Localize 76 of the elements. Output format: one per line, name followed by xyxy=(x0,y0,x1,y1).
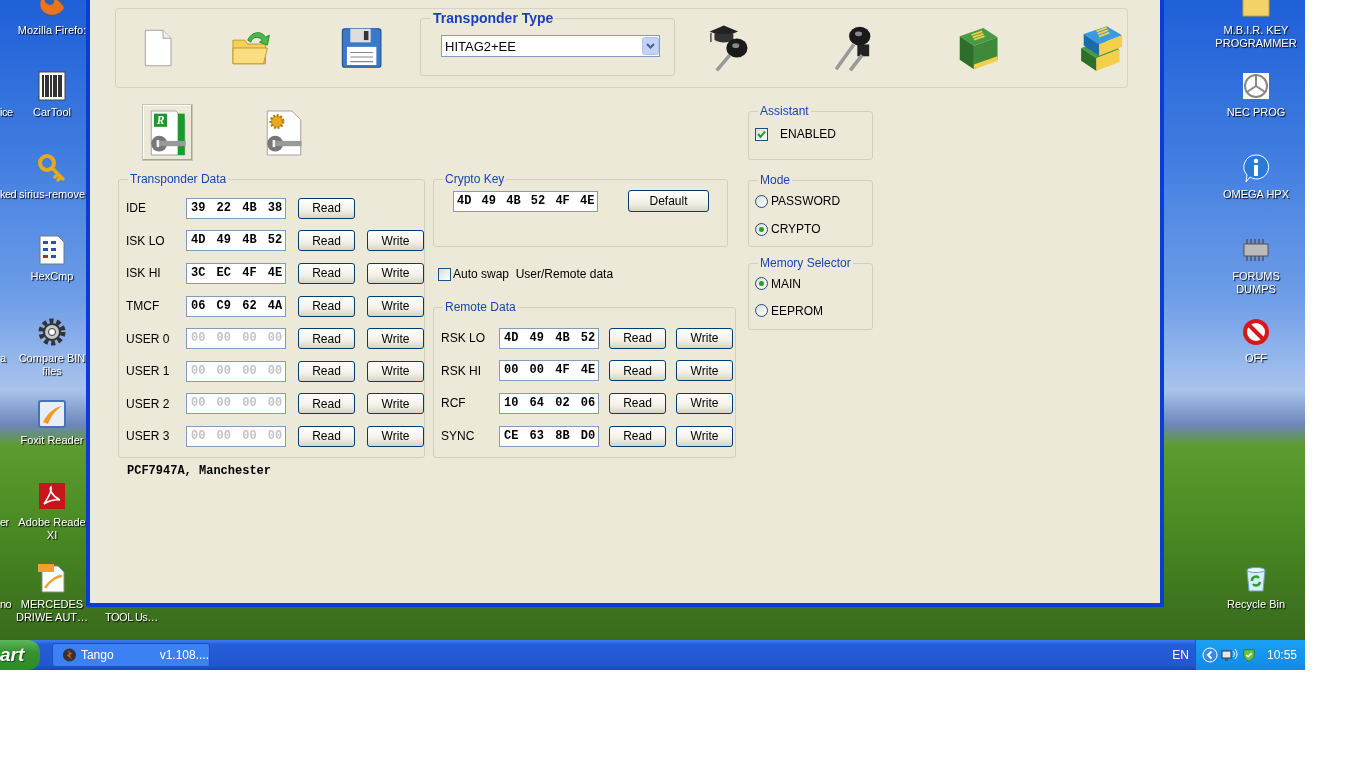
icon-label: OMEGA HPX xyxy=(1223,188,1289,201)
write-button[interactable]: Write xyxy=(676,425,733,447)
icon-label: TOOL Us… xyxy=(105,611,158,624)
field-label: USER 1 xyxy=(126,364,171,379)
icon-label: ked xyxy=(0,188,17,201)
icon-label: FORUMS DUMPS xyxy=(1232,270,1280,296)
clock: 10:55 xyxy=(1267,648,1298,662)
field-label: TMCF xyxy=(126,299,161,314)
icon-label: OFF xyxy=(1245,352,1267,365)
radio-label: EEPROM xyxy=(771,303,823,318)
type-dropdown[interactable]: HITAG2+EE xyxy=(441,35,661,57)
icon-label: ice xyxy=(0,106,13,119)
radio-label: MAIN xyxy=(771,276,801,291)
hex-field[interactable]: 10 64 02 06 xyxy=(499,393,599,414)
icon-label: MERCEDES DRIWE AUT… xyxy=(15,598,89,624)
field-label: RCF xyxy=(441,396,467,411)
start-button[interactable]: art xyxy=(0,640,40,670)
group-legend: Transponder Type xyxy=(431,10,556,26)
icon-label: no xyxy=(0,598,12,611)
read-button[interactable]: Read xyxy=(298,197,355,219)
field-label: USER 0 xyxy=(126,331,171,346)
language-indicator[interactable]: EN xyxy=(1172,648,1189,662)
field-label: ISK LO xyxy=(126,233,166,248)
icon-label: M.B.I.R. KEY PROGRAMMER xyxy=(1215,24,1297,50)
hex-field[interactable]: 4D 49 4B 52 xyxy=(499,327,599,349)
key-field[interactable]: 4D 49 4B 52 4F 4E xyxy=(453,190,598,212)
group-legend: Remote Data xyxy=(443,300,518,314)
icon-label: CarTool xyxy=(33,106,71,119)
radio-label: CRYPTO xyxy=(771,222,821,236)
default-button[interactable]: Default xyxy=(628,190,709,212)
field-label: USER 2 xyxy=(126,396,171,411)
group-legend: Memory Selector xyxy=(758,256,853,270)
icon-label: Mozilla Firefo: xyxy=(17,24,87,37)
write-button[interactable]: Write xyxy=(676,360,733,382)
group-legend: Transponder Data xyxy=(128,172,229,186)
icon-label: Adobe Reade XI xyxy=(18,516,86,542)
field-label: RSK LO xyxy=(441,331,486,346)
write-button[interactable]: Write xyxy=(367,295,424,317)
group-legend: Assistant xyxy=(758,104,811,118)
checkbox-label: ENABLED xyxy=(780,127,837,141)
read-button[interactable]: Read xyxy=(298,230,355,252)
field-label: SYNC xyxy=(441,429,476,444)
read-button[interactable]: Read xyxy=(609,360,666,382)
read-button[interactable]: Read xyxy=(609,327,666,349)
radio-label: PASSWORD xyxy=(771,194,841,208)
icon-label: Recycle Bin xyxy=(1226,598,1286,611)
field-label: IDE xyxy=(126,201,147,216)
field-label: ISK HI xyxy=(126,266,162,281)
read-button[interactable]: Read xyxy=(298,295,355,317)
hex-field[interactable]: CE 63 8B D0 xyxy=(499,425,599,447)
read-button[interactable]: Read xyxy=(609,393,666,414)
icon-label: Compare BIN files xyxy=(18,352,86,378)
group-legend: Mode xyxy=(758,173,793,187)
hex-field[interactable]: 06 C9 62 4A xyxy=(186,295,286,317)
write-button[interactable]: Write xyxy=(367,230,424,252)
icon-label: sirius-remove xyxy=(19,188,85,201)
hex-field[interactable]: 3C EC 4F 4E xyxy=(186,263,286,284)
status-text: PCF7947A, Manchester xyxy=(127,464,273,478)
icon-label: NEC PROG xyxy=(1226,106,1286,119)
hex-field[interactable]: 39 22 4B 38 xyxy=(186,197,286,219)
write-button[interactable]: Write xyxy=(676,327,733,349)
read-button[interactable]: Read xyxy=(609,425,666,447)
icon-label: Foxit Reader xyxy=(20,434,84,447)
group-legend: Crypto Key xyxy=(443,172,507,186)
write-button[interactable]: Write xyxy=(676,393,733,414)
hex-field[interactable]: 4D 49 4B 52 xyxy=(186,230,286,252)
hex-field[interactable]: 00 00 4F 4E xyxy=(499,360,599,382)
read-button[interactable]: Read xyxy=(298,263,355,284)
icon-label: er xyxy=(0,516,9,529)
taskbar-button[interactable]: Tango v1.108.... xyxy=(52,643,210,667)
icon-label: a xyxy=(0,352,6,365)
write-button[interactable]: Write xyxy=(367,263,424,284)
checkbox-label: Auto swap User/Remote data xyxy=(453,267,614,281)
icon-label: HexCmp xyxy=(30,270,74,283)
field-label: USER 3 xyxy=(126,429,171,444)
field-label: RSK HI xyxy=(441,363,482,378)
